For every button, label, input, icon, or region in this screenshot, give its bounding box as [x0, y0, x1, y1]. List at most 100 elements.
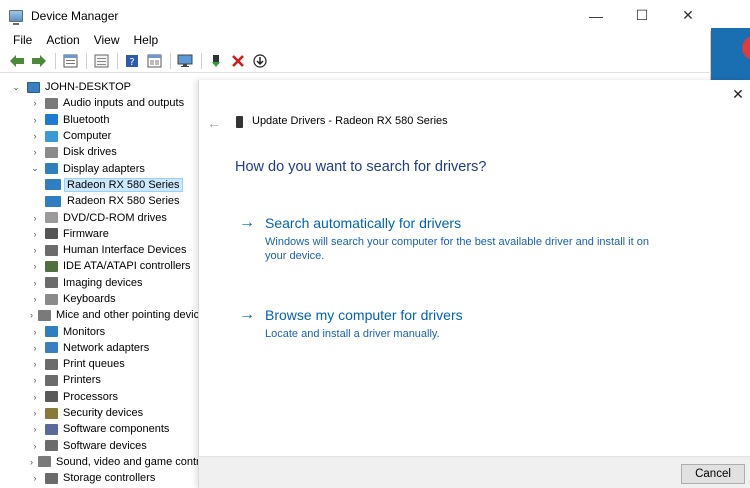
- tree-child-item[interactable]: Radeon RX 580 Series: [0, 193, 200, 209]
- expand-chevron-icon[interactable]: ›: [30, 327, 40, 337]
- tree-item-label: Monitors: [63, 325, 106, 338]
- expand-chevron-icon[interactable]: ›: [30, 229, 40, 239]
- properties-icon[interactable]: [61, 52, 79, 70]
- tree-item[interactable]: › Monitors: [0, 323, 200, 339]
- tree-item[interactable]: › Bluetooth: [0, 112, 200, 128]
- network-icon: [45, 342, 58, 354]
- collapse-chevron-icon[interactable]: ⌄: [11, 82, 21, 92]
- dialog-close-icon[interactable]: ✕: [730, 86, 746, 102]
- tree-item[interactable]: › Software devices: [0, 438, 200, 454]
- back-icon[interactable]: [8, 52, 26, 70]
- expand-chevron-icon[interactable]: ›: [30, 441, 40, 451]
- console-icon[interactable]: [92, 52, 110, 70]
- expand-chevron-icon[interactable]: ›: [30, 278, 40, 288]
- update-driver-icon[interactable]: [207, 52, 225, 70]
- printer-icon: [45, 374, 58, 386]
- expand-chevron-icon[interactable]: ›: [30, 457, 33, 467]
- tree-child-item[interactable]: Radeon RX 580 Series: [0, 177, 200, 193]
- tree-item[interactable]: › Human Interface Devices: [0, 242, 200, 258]
- option-heading[interactable]: Browse my computer for drivers: [265, 306, 699, 324]
- tree-item[interactable]: › Software components: [0, 421, 200, 437]
- software-component-icon: [45, 423, 58, 435]
- window-controls: — ☐ ✕: [573, 0, 711, 31]
- expand-chevron-icon[interactable]: ›: [30, 375, 40, 385]
- forward-icon[interactable]: [30, 52, 48, 70]
- tree-item-label: Mice and other pointing devices: [56, 309, 200, 322]
- tree-item[interactable]: ⌄ Display adapters: [0, 160, 200, 176]
- expand-chevron-icon[interactable]: ›: [30, 147, 40, 157]
- tree-item[interactable]: › Security devices: [0, 405, 200, 421]
- expand-chevron-icon[interactable]: ›: [30, 213, 40, 223]
- tree-item[interactable]: › Audio inputs and outputs: [0, 95, 200, 111]
- collapse-chevron-icon[interactable]: ⌄: [30, 163, 40, 174]
- tree-item-label: Network adapters: [63, 341, 150, 354]
- toolbar-separator: [170, 53, 171, 69]
- tree-item[interactable]: › Firmware: [0, 226, 200, 242]
- monitor-icon[interactable]: [176, 52, 194, 70]
- view-icon[interactable]: [145, 52, 163, 70]
- arrow-right-icon: →: [239, 306, 255, 323]
- cancel-button[interactable]: Cancel: [681, 464, 745, 484]
- expand-chevron-icon[interactable]: ›: [30, 473, 40, 483]
- expand-chevron-icon[interactable]: ›: [30, 359, 40, 369]
- maximize-button[interactable]: ☐: [619, 0, 665, 31]
- screen: Device Manager — ☐ ✕ File Action View He…: [0, 0, 750, 488]
- tree-item[interactable]: › Imaging devices: [0, 275, 200, 291]
- expand-chevron-icon[interactable]: ›: [30, 131, 40, 141]
- tree-root-label: JOHN-DESKTOP: [45, 81, 131, 94]
- title-bar[interactable]: Device Manager — ☐ ✕: [0, 0, 711, 31]
- expand-chevron-icon[interactable]: ›: [30, 245, 40, 255]
- tree-item-label: Software components: [63, 423, 170, 436]
- tree-item[interactable]: › Network adapters: [0, 340, 200, 356]
- tree-item[interactable]: › Print queues: [0, 356, 200, 372]
- search-automatically-option[interactable]: → Search automatically for drivers Windo…: [239, 214, 699, 263]
- tree-item[interactable]: › Processors: [0, 389, 200, 405]
- menu-action[interactable]: Action: [39, 33, 86, 47]
- print-queue-icon: [45, 358, 58, 370]
- toolbar-separator: [117, 53, 118, 69]
- tree-item[interactable]: › IDE ATA/ATAPI controllers: [0, 258, 200, 274]
- toolbar: ?: [0, 50, 711, 73]
- tree-item[interactable]: › Storage controllers: [0, 470, 200, 486]
- tree-item[interactable]: › Keyboards: [0, 291, 200, 307]
- tree-item-label: DVD/CD-ROM drives: [63, 211, 167, 224]
- tree-item[interactable]: › Computer: [0, 128, 200, 144]
- tree-item-label: IDE ATA/ATAPI controllers: [63, 260, 191, 273]
- back-arrow-icon[interactable]: ←: [207, 115, 221, 131]
- tree-item-label: Bluetooth: [63, 113, 110, 126]
- menu-help[interactable]: Help: [127, 33, 166, 47]
- tree-item-label: Printers: [63, 374, 101, 387]
- option-heading[interactable]: Search automatically for drivers: [265, 214, 699, 232]
- expand-chevron-icon[interactable]: ›: [30, 408, 40, 418]
- display-icon: [45, 163, 58, 175]
- menu-view[interactable]: View: [87, 33, 127, 47]
- help-icon[interactable]: ?: [123, 52, 141, 70]
- tree-item[interactable]: › Mice and other pointing devices: [0, 307, 200, 323]
- ide-icon: [45, 260, 58, 272]
- browse-computer-option[interactable]: → Browse my computer for drivers Locate …: [239, 306, 699, 341]
- tree-item[interactable]: › Disk drives: [0, 144, 200, 160]
- expand-chevron-icon[interactable]: ›: [30, 115, 40, 125]
- uninstall-icon[interactable]: [229, 52, 247, 70]
- expand-chevron-icon[interactable]: ›: [30, 294, 40, 304]
- keyboard-icon: [45, 293, 58, 305]
- tree-root[interactable]: ⌄ JOHN-DESKTOP: [0, 79, 200, 95]
- tree-item-label: Storage controllers: [63, 472, 156, 485]
- minimize-button[interactable]: —: [573, 0, 619, 31]
- tree-item-label: Print queues: [63, 358, 125, 371]
- expand-chevron-icon[interactable]: ›: [30, 392, 40, 402]
- menu-file[interactable]: File: [0, 33, 39, 47]
- dialog-title: Update Drivers - Radeon RX 580 Series: [252, 115, 448, 127]
- expand-chevron-icon[interactable]: ›: [30, 98, 40, 108]
- tree-item[interactable]: › Printers: [0, 372, 200, 388]
- tree-item[interactable]: › Sound, video and game controllers: [0, 454, 200, 470]
- expand-chevron-icon[interactable]: ›: [30, 310, 33, 320]
- expand-chevron-icon[interactable]: ›: [30, 424, 40, 434]
- tree-item[interactable]: › DVD/CD-ROM drives: [0, 209, 200, 225]
- tree-item-label: Firmware: [63, 227, 109, 240]
- expand-chevron-icon[interactable]: ›: [30, 343, 40, 353]
- close-button[interactable]: ✕: [665, 0, 711, 31]
- tree-item-label: Processors: [63, 390, 119, 403]
- expand-chevron-icon[interactable]: ›: [30, 261, 40, 271]
- download-icon[interactable]: [251, 52, 269, 70]
